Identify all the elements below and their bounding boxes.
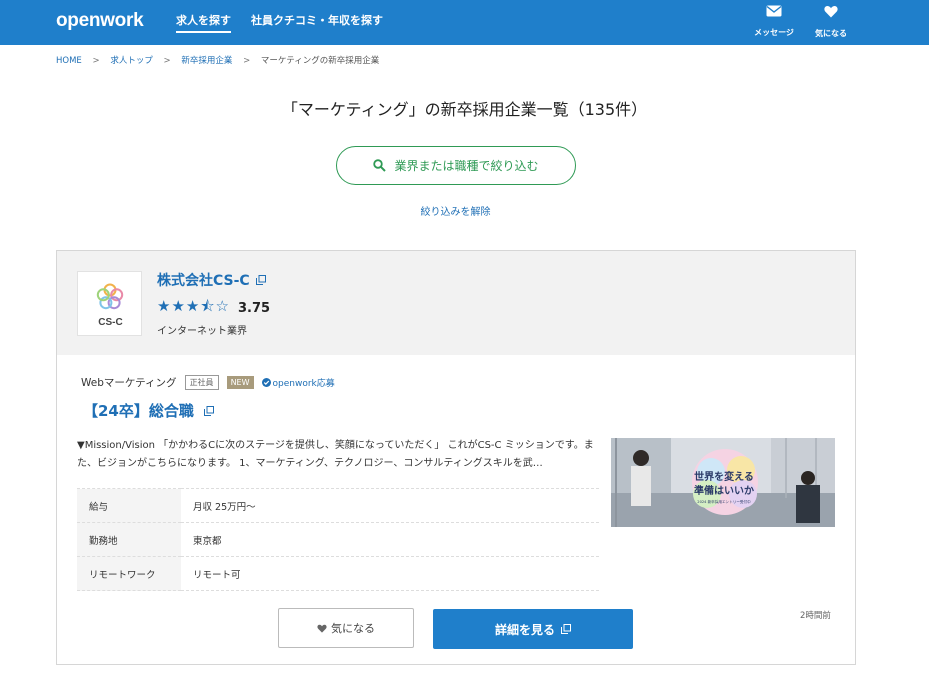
- breadcrumb-separator: >: [92, 56, 100, 66]
- breadcrumb: HOME > 求人トップ > 新卒採用企業 > マーケティングの新卒採用企業: [56, 54, 379, 66]
- check-circle-icon: [261, 378, 271, 387]
- table-row: 勤務地 東京都: [77, 522, 599, 557]
- recruitment-banner-image: 世界を変える 準備はいいか 2024 新卒採用エントリー受付中: [611, 438, 835, 527]
- openwork-apply-badge: openwork応募: [261, 376, 335, 389]
- company-name-link[interactable]: 株式会社CS-C: [157, 270, 266, 290]
- location-label: 勤務地: [77, 522, 181, 557]
- openwork-apply-label: openwork応募: [272, 379, 335, 389]
- breadcrumb-new-grad[interactable]: 新卒採用企業: [181, 56, 232, 66]
- company-header: CS-C 株式会社CS-C ★★★⯪☆ 3.75 インターネット業界: [57, 251, 855, 355]
- messages-label: メッセージ: [754, 28, 794, 37]
- posted-time: 2時間前: [800, 611, 831, 621]
- company-industry: インターネット業界: [157, 326, 247, 337]
- rating-stars: ★★★⯪☆: [157, 297, 230, 315]
- breadcrumb-home[interactable]: HOME: [56, 56, 82, 66]
- clear-filter-link[interactable]: 絞り込みを解除: [0, 203, 911, 218]
- svg-text:2024 新卒採用エントリー受付中: 2024 新卒採用エントリー受付中: [697, 499, 751, 504]
- job-meta: Webマーケティング 正社員 NEW openwork応募: [81, 375, 335, 390]
- filter-button[interactable]: 業界または職種で絞り込む: [336, 146, 576, 185]
- svg-text:CS-C: CS-C: [98, 317, 122, 328]
- rating-score: 3.75: [238, 301, 271, 316]
- search-icon: [373, 159, 387, 172]
- salary-label: 給与: [77, 488, 181, 523]
- flower-logo-icon: CS-C: [96, 283, 124, 328]
- job-category: Webマーケティング: [81, 377, 177, 389]
- envelope-icon: [766, 5, 782, 17]
- view-details-label: 詳細を見る: [494, 622, 555, 637]
- job-info-table: 給与 月収 25万円〜 勤務地 東京都 リモートワーク リモート可: [77, 488, 599, 591]
- salary-value: 月収 25万円〜: [181, 488, 599, 523]
- employment-type-badge: 正社員: [184, 375, 219, 390]
- nav-find-reviews[interactable]: 社員クチコミ・年収を探す: [251, 12, 383, 28]
- filter-button-label: 業界または職種で絞り込む: [394, 159, 539, 173]
- remote-value: リモート可: [181, 556, 599, 591]
- breadcrumb-current: マーケティングの新卒採用企業: [260, 56, 380, 66]
- job-image[interactable]: 世界を変える 準備はいいか 2024 新卒採用エントリー受付中: [611, 438, 835, 527]
- like-button[interactable]: 気になる: [278, 608, 414, 648]
- breadcrumb-separator: >: [163, 56, 171, 66]
- company-logo[interactable]: CS-C: [77, 271, 142, 336]
- location-value: 東京都: [181, 522, 599, 557]
- external-link-icon: [561, 624, 571, 634]
- table-row: 給与 月収 25万円〜: [77, 488, 599, 523]
- view-details-button[interactable]: 詳細を見る: [433, 609, 633, 649]
- job-description: ▼Mission/Vision 「かかわるCに次のステージを提供し、笑顔になって…: [77, 440, 594, 469]
- svg-text:準備はいいか: 準備はいいか: [694, 484, 754, 497]
- breadcrumb-job-top[interactable]: 求人トップ: [110, 56, 153, 66]
- table-row: リモートワーク リモート可: [77, 556, 599, 591]
- job-title-link[interactable]: 【24卒】総合職: [83, 400, 214, 421]
- heart-icon: [824, 6, 838, 18]
- favorites-button[interactable]: 気になる: [805, 5, 857, 39]
- job-title: 【24卒】総合職: [83, 402, 194, 420]
- openwork-logo[interactable]: openwork: [56, 10, 144, 32]
- job-card: CS-C 株式会社CS-C ★★★⯪☆ 3.75 インターネット業界 Webマー…: [56, 250, 856, 665]
- new-badge: NEW: [226, 376, 254, 389]
- breadcrumb-separator: >: [243, 56, 251, 66]
- messages-button[interactable]: メッセージ: [748, 5, 800, 39]
- heart-icon: [317, 624, 327, 633]
- external-link-icon: [203, 405, 214, 416]
- company-rating: ★★★⯪☆ 3.75: [157, 296, 270, 321]
- like-button-label: 気になる: [331, 622, 375, 635]
- nav-find-jobs[interactable]: 求人を探す: [176, 12, 231, 33]
- svg-text:世界を変える: 世界を変える: [694, 470, 754, 483]
- top-header: openwork 求人を探す 社員クチコミ・年収を探す メッセージ 気になる: [0, 0, 929, 45]
- favorites-label: 気になる: [815, 29, 847, 38]
- page-title: 「マーケティング」の新卒採用企業一覧（135件）: [281, 100, 648, 119]
- remote-label: リモートワーク: [77, 556, 181, 591]
- company-name: 株式会社CS-C: [157, 273, 250, 289]
- external-link-icon: [255, 275, 266, 285]
